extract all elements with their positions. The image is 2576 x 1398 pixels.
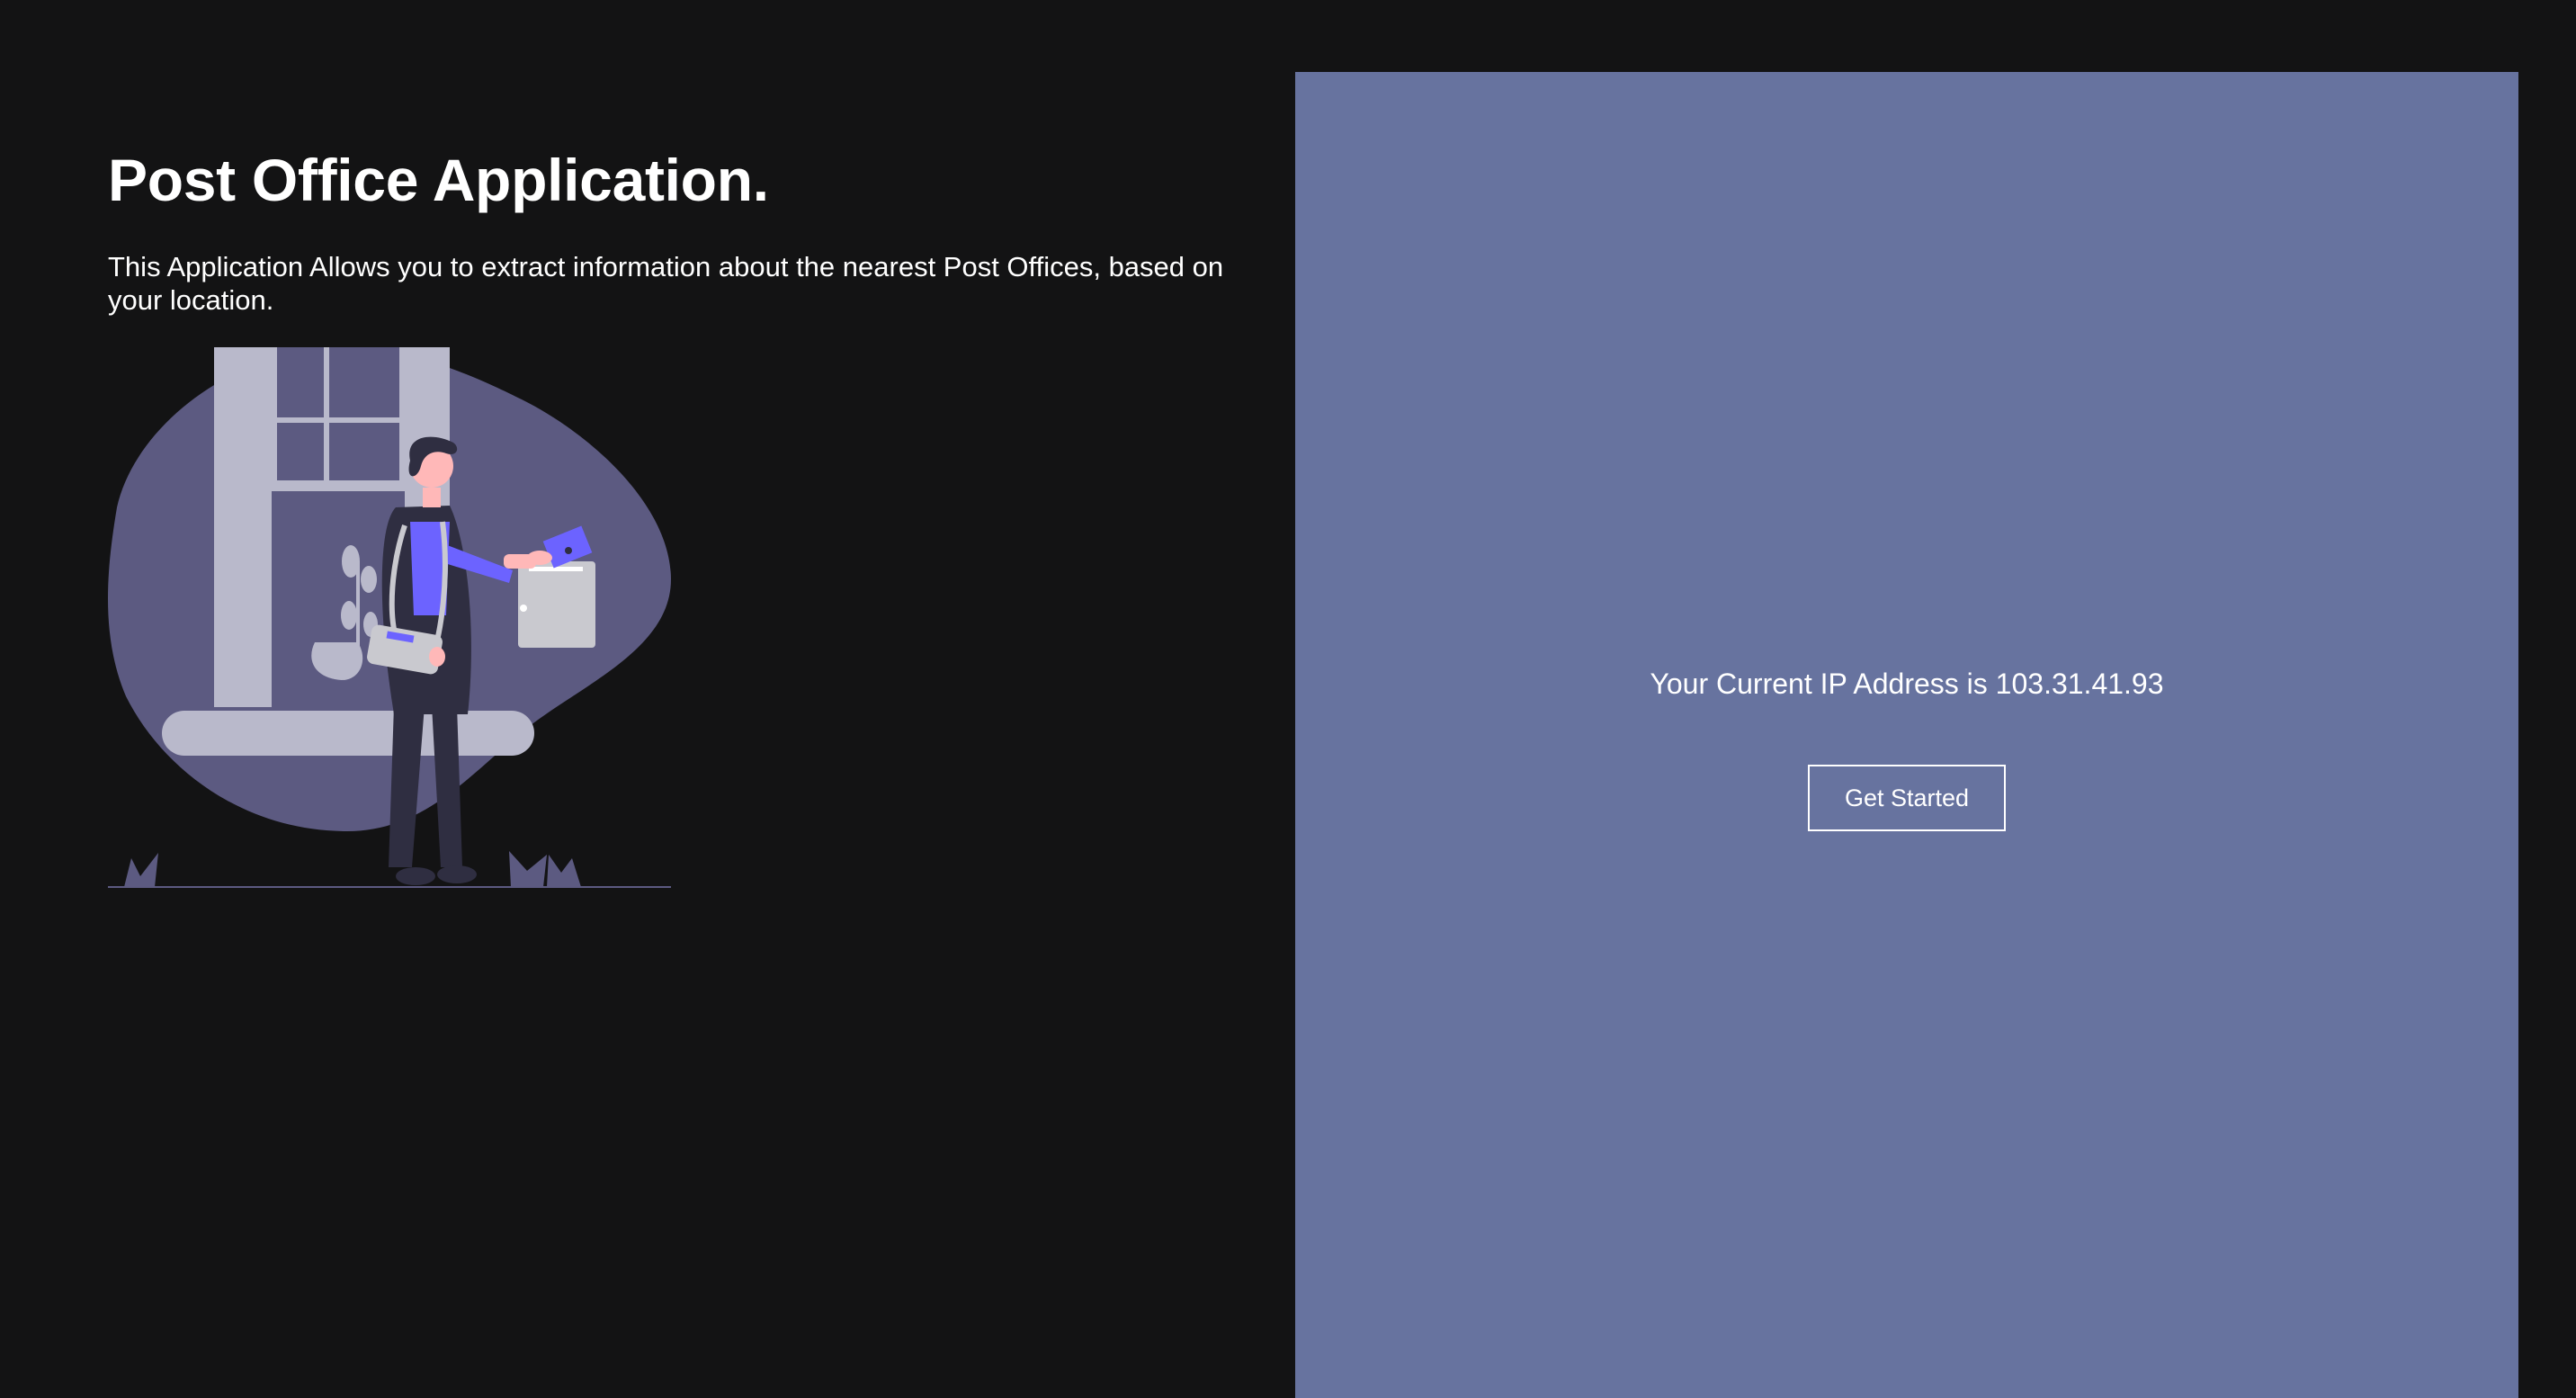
- mailbox: [518, 561, 595, 648]
- page-title: Post Office Application.: [108, 147, 769, 213]
- ip-panel: Your Current IP Address is 103.31.41.93 …: [1295, 72, 2518, 1398]
- ip-label: Your Current IP Address is: [1650, 668, 1988, 700]
- page-description: This Application Allows you to extract i…: [108, 251, 1224, 316]
- grass: [124, 851, 581, 887]
- get-started-button[interactable]: Get Started: [1808, 765, 2006, 831]
- ground-line: [108, 886, 671, 888]
- ip-address-value: 103.31.41.93: [1995, 668, 2164, 700]
- ip-address-text: Your Current IP Address is 103.31.41.93: [1295, 666, 2518, 702]
- hero-section: Post Office Application. This Applicatio…: [108, 144, 1241, 317]
- mail-delivery-person-illustration: [108, 347, 671, 888]
- page: Post Office Application. This Applicatio…: [0, 0, 2576, 1398]
